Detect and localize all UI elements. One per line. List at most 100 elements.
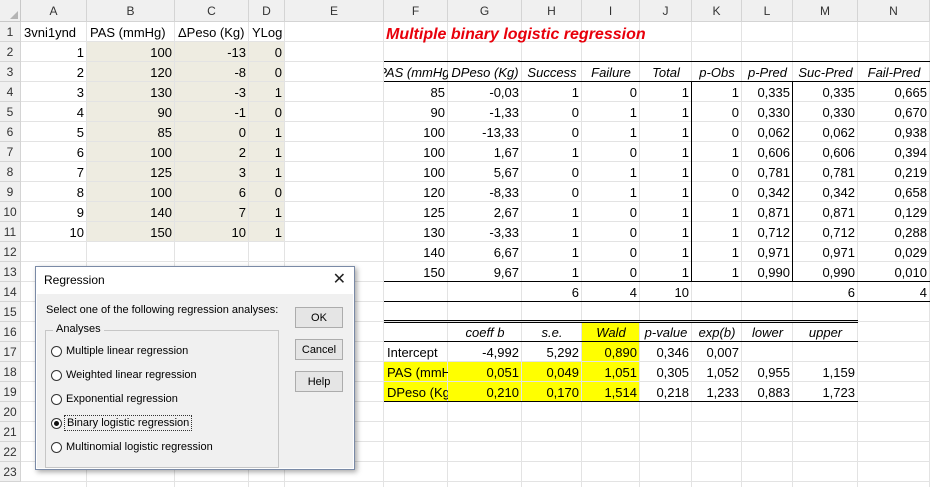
cell-G17[interactable]: -4,992 [448,342,522,362]
row-header-5[interactable]: 5 [0,102,21,122]
cell-L8[interactable]: 0,781 [742,162,793,182]
cell-A11[interactable]: 10 [21,222,87,242]
column-header-N[interactable]: N [858,0,930,22]
cell-M12[interactable]: 0,971 [793,242,858,262]
cell-H4[interactable]: 1 [522,82,582,102]
cell-D2[interactable]: 0 [249,42,285,62]
cell-L5[interactable]: 0,330 [742,102,793,122]
radio-icon[interactable] [51,441,62,453]
row-header-7[interactable]: 7 [0,142,21,162]
cell-C9[interactable]: 6 [175,182,249,202]
cancel-button[interactable]: Cancel [295,339,343,360]
cell-F17[interactable]: Intercept [384,342,448,362]
cell-M9[interactable]: 0,342 [793,182,858,202]
cell-K11[interactable]: 1 [692,222,742,242]
cell-I17[interactable]: 0,890 [582,342,640,362]
cell-M13[interactable]: 0,990 [793,262,858,282]
cell-G9[interactable]: -8,33 [448,182,522,202]
cell-K7[interactable]: 1 [692,142,742,162]
cell-J6[interactable]: 1 [640,122,692,142]
column-header-M[interactable]: M [793,0,858,22]
cell-H19[interactable]: 0,170 [522,382,582,402]
row-header-8[interactable]: 8 [0,162,21,182]
row-header-9[interactable]: 9 [0,182,21,202]
cell-M17[interactable] [793,342,858,362]
cell-K9[interactable]: 0 [692,182,742,202]
row-header-20[interactable]: 20 [0,402,21,422]
cell-K16[interactable]: exp(b) [692,322,742,342]
cell-B4[interactable]: 130 [87,82,175,102]
cell-D4[interactable]: 1 [249,82,285,102]
cell-K12[interactable]: 1 [692,242,742,262]
column-header-I[interactable]: I [582,0,640,22]
cell-L7[interactable]: 0,606 [742,142,793,162]
cell-F4[interactable]: 85 [384,82,448,102]
row-header-23[interactable]: 23 [0,462,21,482]
cell-B9[interactable]: 100 [87,182,175,202]
help-button[interactable]: Help [295,371,343,392]
cell-N13[interactable]: 0,010 [858,262,930,282]
cell-C7[interactable]: 2 [175,142,249,162]
cell-N11[interactable]: 0,288 [858,222,930,242]
cell-B11[interactable]: 150 [87,222,175,242]
column-header-K[interactable]: K [692,0,742,22]
cell-D3[interactable]: 0 [249,62,285,82]
cell-I18[interactable]: 1,051 [582,362,640,382]
column-header-E[interactable]: E [285,0,384,22]
cell-I8[interactable]: 1 [582,162,640,182]
cell-D11[interactable]: 1 [249,222,285,242]
cell-L4[interactable]: 0,335 [742,82,793,102]
cell-K3[interactable]: p-Obs [692,62,742,82]
row-header-12[interactable]: 12 [0,242,21,262]
cell-C6[interactable]: 0 [175,122,249,142]
cell-I12[interactable]: 0 [582,242,640,262]
cell-J7[interactable]: 1 [640,142,692,162]
cell-N9[interactable]: 0,658 [858,182,930,202]
cell-D6[interactable]: 1 [249,122,285,142]
analysis-option[interactable]: Multinomial logistic regression [51,441,213,453]
cell-F6[interactable]: 100 [384,122,448,142]
cell-M7[interactable]: 0,606 [793,142,858,162]
cell-H6[interactable]: 0 [522,122,582,142]
cell-N10[interactable]: 0,129 [858,202,930,222]
cell-A4[interactable]: 3 [21,82,87,102]
cell-I11[interactable]: 0 [582,222,640,242]
cell-A1[interactable]: 3vni1ynd [21,22,87,42]
radio-icon[interactable] [51,417,62,429]
cell-G11[interactable]: -3,33 [448,222,522,242]
cell-B6[interactable]: 85 [87,122,175,142]
cell-H14[interactable]: 6 [522,282,582,302]
cell-L9[interactable]: 0,342 [742,182,793,202]
cell-C8[interactable]: 3 [175,162,249,182]
cell-J10[interactable]: 1 [640,202,692,222]
cell-H18[interactable]: 0,049 [522,362,582,382]
row-header-4[interactable]: 4 [0,82,21,102]
cell-K18[interactable]: 1,052 [692,362,742,382]
cell-M11[interactable]: 0,712 [793,222,858,242]
row-header-6[interactable]: 6 [0,122,21,142]
cell-J12[interactable]: 1 [640,242,692,262]
ok-button[interactable]: OK [295,307,343,328]
cell-I16[interactable]: Wald [582,322,640,342]
cell-A8[interactable]: 7 [21,162,87,182]
cell-D10[interactable]: 1 [249,202,285,222]
cell-D7[interactable]: 1 [249,142,285,162]
cell-J3[interactable]: Total [640,62,692,82]
cell-I4[interactable]: 0 [582,82,640,102]
cell-N8[interactable]: 0,219 [858,162,930,182]
radio-icon[interactable] [51,369,62,381]
cell-F13[interactable]: 150 [384,262,448,282]
cell-L6[interactable]: 0,062 [742,122,793,142]
cell-F8[interactable]: 100 [384,162,448,182]
cell-B5[interactable]: 90 [87,102,175,122]
cell-L3[interactable]: p-Pred [742,62,793,82]
cell-K19[interactable]: 1,233 [692,382,742,402]
cell-M10[interactable]: 0,871 [793,202,858,222]
cell-I5[interactable]: 1 [582,102,640,122]
row-header-16[interactable]: 16 [0,322,21,342]
cell-G6[interactable]: -13,33 [448,122,522,142]
cell-D9[interactable]: 0 [249,182,285,202]
cell-F9[interactable]: 120 [384,182,448,202]
cell-M6[interactable]: 0,062 [793,122,858,142]
cell-L12[interactable]: 0,971 [742,242,793,262]
